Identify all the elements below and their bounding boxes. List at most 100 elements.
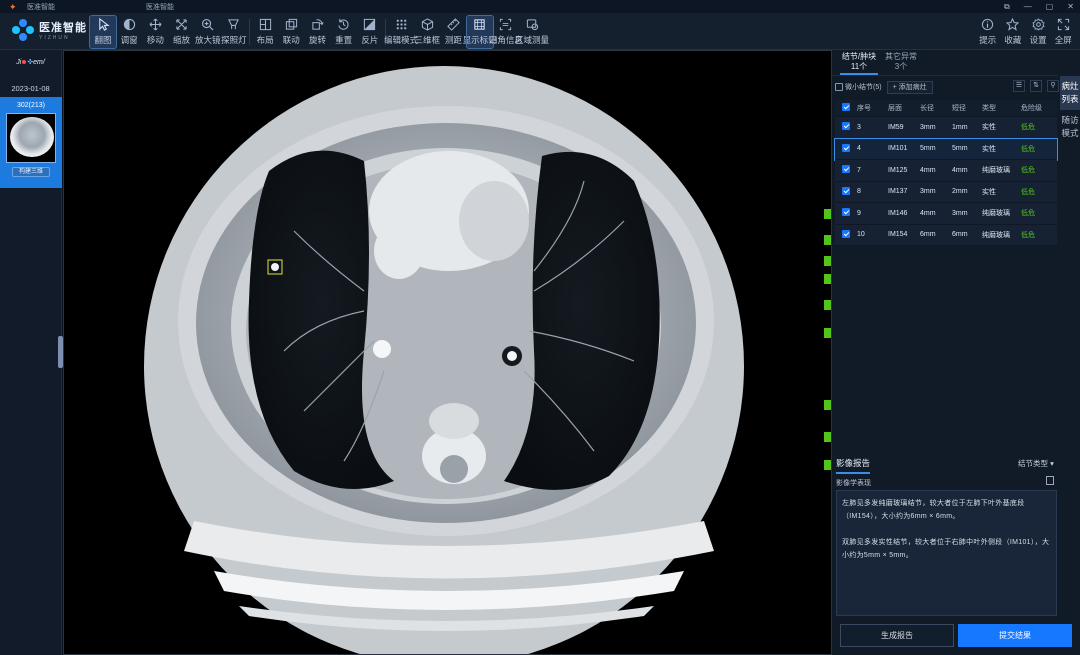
slice-marker[interactable] bbox=[824, 328, 831, 338]
row-short: 4mm bbox=[952, 166, 968, 174]
gear-icon bbox=[1029, 16, 1047, 33]
slice-marker[interactable] bbox=[824, 256, 831, 266]
row-checkbox[interactable] bbox=[842, 186, 850, 195]
row-long: 6mm bbox=[920, 231, 936, 239]
col-long[interactable]: 长径 bbox=[920, 103, 952, 113]
row-checkbox[interactable] bbox=[842, 143, 850, 152]
slice-marker[interactable] bbox=[824, 209, 831, 219]
row-checkbox[interactable] bbox=[842, 165, 850, 174]
tool-info[interactable]: 提示 bbox=[975, 16, 1000, 48]
toolbar-divider bbox=[249, 19, 251, 45]
col-slice[interactable]: 层面 bbox=[888, 103, 920, 113]
sort-icon[interactable]: ⇅ bbox=[1030, 80, 1042, 92]
ct-viewer[interactable] bbox=[63, 50, 832, 655]
row-type: 纯磨玻璃 bbox=[982, 210, 1010, 218]
col-risk[interactable]: 危险级 bbox=[1021, 103, 1057, 113]
tab-nodule[interactable]: 结节/肿块 11个 bbox=[840, 52, 878, 75]
tab-lesion-list[interactable]: 病灶列表 bbox=[1060, 76, 1080, 110]
row-slice: IM146 bbox=[888, 209, 908, 217]
slice-marker[interactable] bbox=[824, 274, 831, 284]
slice-marker[interactable] bbox=[824, 300, 831, 310]
toolbar: 医准智能 YIZHUN 翻图 调窗 移动 缩放 放大镜 探照灯 布局 联动 旋转… bbox=[0, 13, 1080, 50]
maximize-icon[interactable]: ▢ bbox=[1046, 2, 1054, 11]
filter-icon[interactable]: ⚲ bbox=[1047, 80, 1059, 92]
tool-layout[interactable]: 布局 bbox=[252, 16, 278, 48]
series-thumbnail[interactable] bbox=[6, 113, 56, 163]
move-icon bbox=[146, 16, 164, 33]
list-icon[interactable]: ☰ bbox=[1013, 80, 1025, 92]
tool-spotlight[interactable]: 探照灯 bbox=[221, 16, 247, 48]
row-checkbox[interactable] bbox=[842, 208, 850, 217]
ruler-icon bbox=[444, 16, 462, 33]
slice-marker[interactable] bbox=[824, 432, 831, 442]
micro-nodule-checkbox[interactable] bbox=[835, 83, 843, 91]
table-row[interactable]: 8 IM137 3mm 2mm 实性 低危 bbox=[835, 181, 1057, 203]
row-checkbox[interactable] bbox=[842, 122, 850, 131]
add-lesion-button[interactable]: + 添加病灶 bbox=[886, 80, 933, 94]
tool-rotate[interactable]: 旋转 bbox=[305, 16, 331, 48]
tab-other-abnormal[interactable]: 其它异常 3个 bbox=[884, 52, 918, 72]
table-row[interactable]: 7 IM125 4mm 4mm 纯磨玻璃 低危 bbox=[835, 160, 1057, 182]
tool-3d-box[interactable]: 三维框 bbox=[414, 16, 440, 48]
close-icon[interactable]: ✕ bbox=[1067, 2, 1074, 11]
report-text-area[interactable]: 左肺见多发纯磨玻璃结节，较大者位于左肺下叶外基底段（IM154），大小约为6mm… bbox=[836, 490, 1057, 616]
row-no: 4 bbox=[857, 145, 861, 153]
tool-fullscreen[interactable]: 全屏 bbox=[1051, 16, 1076, 48]
row-checkbox[interactable] bbox=[842, 229, 850, 238]
copy-icon[interactable] bbox=[1046, 476, 1054, 485]
submit-result-button[interactable]: 提交结果 bbox=[958, 624, 1072, 647]
row-short: 2mm bbox=[952, 188, 968, 196]
tool-invert[interactable]: 反片 bbox=[357, 16, 383, 48]
right-tool-group: 提示 收藏 设置 全屏 bbox=[975, 16, 1076, 48]
row-slice: IM125 bbox=[888, 166, 908, 174]
vertical-tabs: 病灶列表 随访模式 bbox=[1060, 76, 1080, 144]
slice-marker[interactable] bbox=[824, 400, 831, 410]
row-type: 实性 bbox=[982, 188, 996, 196]
tool-settings[interactable]: 设置 bbox=[1026, 16, 1051, 48]
report-title: 影像报告 bbox=[836, 457, 870, 474]
build-3d-button[interactable]: 构建三维 bbox=[12, 167, 50, 177]
table-row[interactable]: 10 IM154 6mm 6mm 纯磨玻璃 低危 bbox=[835, 224, 1057, 246]
row-short: 5mm bbox=[952, 145, 968, 153]
tab-follow-up[interactable]: 随访模式 bbox=[1060, 110, 1080, 144]
logo-dot-icon bbox=[22, 60, 27, 64]
tool-favorite[interactable]: 收藏 bbox=[1000, 16, 1025, 48]
tool-edit-mode[interactable]: 编辑模式 bbox=[384, 16, 418, 48]
zoom-icon bbox=[173, 16, 191, 33]
series-panel: Ji ✜ em/ 2023-01-08 302(213) 构建三维 bbox=[0, 50, 62, 655]
row-short: 6mm bbox=[952, 231, 968, 239]
series-item[interactable]: 302(213) 构建三维 bbox=[0, 97, 62, 188]
tool-move[interactable]: 移动 bbox=[142, 16, 168, 48]
tool-zoom[interactable]: 缩放 bbox=[169, 16, 195, 48]
col-type[interactable]: 类型 bbox=[982, 103, 1021, 113]
link-icon bbox=[282, 16, 300, 33]
row-slice: IM101 bbox=[888, 145, 908, 153]
tool-magnifier[interactable]: 放大镜 bbox=[195, 16, 221, 48]
select-all-checkbox[interactable] bbox=[842, 103, 850, 111]
micro-nodule-label: 微小结节(5) bbox=[845, 84, 882, 91]
slice-marker[interactable] bbox=[824, 460, 831, 470]
restore-icon[interactable]: ⧉ bbox=[1004, 2, 1010, 12]
series-count: 302(213) bbox=[16, 102, 46, 109]
row-long: 4mm bbox=[920, 166, 936, 174]
row-no: 10 bbox=[857, 231, 865, 239]
tool-reset[interactable]: 重置 bbox=[331, 16, 357, 48]
table-row[interactable]: 3 IM59 3mm 1mm 实性 低危 bbox=[835, 117, 1057, 139]
tool-window-level[interactable]: 调窗 bbox=[116, 16, 142, 48]
tool-link[interactable]: 联动 bbox=[278, 16, 304, 48]
report-subtitle: 影像学表现 bbox=[836, 480, 871, 487]
layout-icon bbox=[256, 16, 274, 33]
col-no[interactable]: 序号 bbox=[857, 103, 888, 113]
tool-scroll[interactable]: 翻图 bbox=[89, 15, 117, 49]
rotate-icon bbox=[309, 16, 327, 33]
generate-report-button[interactable]: 生成报告 bbox=[840, 624, 954, 647]
table-row[interactable]: 4 IM101 5mm 5mm 实性 低危 bbox=[834, 137, 1058, 161]
brand-mark-icon bbox=[12, 19, 34, 41]
slice-marker[interactable] bbox=[824, 235, 831, 245]
table-row[interactable]: 9 IM146 4mm 3mm 纯磨玻璃 低危 bbox=[835, 203, 1057, 225]
row-type: 纯磨玻璃 bbox=[982, 231, 1010, 239]
tool-region-measure[interactable]: 区域测量 bbox=[515, 16, 549, 48]
minimize-icon[interactable]: — bbox=[1024, 2, 1032, 11]
nodule-type-dropdown[interactable]: 结节类型 ▾ bbox=[1018, 458, 1054, 469]
col-short[interactable]: 短径 bbox=[952, 103, 982, 113]
